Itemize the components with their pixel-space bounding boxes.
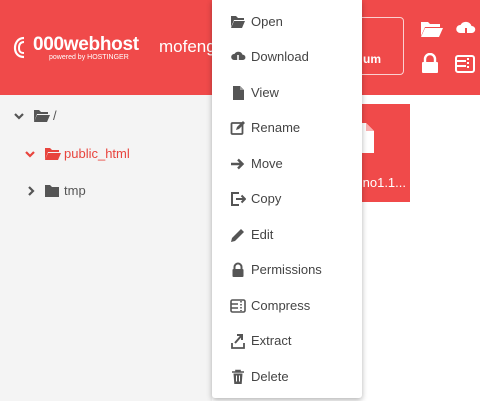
menu-item-delete[interactable]: Delete [212, 359, 362, 394]
menu-item-label: Copy [251, 191, 282, 206]
lock-icon[interactable] [421, 53, 439, 73]
arrow-right-icon [231, 158, 245, 170]
menu-item-open[interactable]: Open [212, 4, 362, 39]
archive-icon[interactable] [455, 54, 475, 74]
folder-tree-panel [0, 95, 212, 401]
folder-open-icon[interactable] [420, 20, 444, 38]
folder-open-icon [34, 110, 50, 122]
logo-subtext: powered by HOSTINGER [49, 54, 129, 61]
chevron-right-icon[interactable] [25, 185, 37, 197]
chevron-down-icon[interactable] [24, 148, 36, 160]
menu-item-move[interactable]: Move [212, 146, 362, 181]
tree-item-root[interactable]: / [0, 104, 212, 128]
trash-icon [232, 369, 244, 384]
tree-item-label: public_html [64, 146, 130, 161]
menu-item-label: Open [251, 14, 283, 29]
extract-icon [231, 334, 245, 349]
menu-item-label: View [251, 85, 279, 100]
menu-item-label: Rename [251, 120, 301, 135]
menu-item-label: Move [251, 156, 283, 171]
copy-icon [231, 192, 246, 206]
site-name[interactable]: mofeng [159, 37, 216, 57]
menu-item-label: Delete [251, 369, 289, 384]
pencil-icon [231, 229, 244, 242]
premium-button-label: um [363, 52, 381, 66]
folder-open-icon [45, 148, 61, 160]
folder-open-icon [231, 16, 245, 28]
menu-item-label: Compress [251, 298, 311, 313]
logo[interactable]: 000webhost powered by HOSTINGER [13, 34, 143, 63]
tree-item-label: / [53, 108, 57, 123]
lock-icon [232, 262, 244, 277]
edit-square-icon [230, 121, 245, 135]
cloud-download-icon [231, 51, 246, 65]
tree-item-label: tmp [64, 183, 86, 198]
logo-swirl-icon [13, 36, 25, 59]
menu-item-label: Edit [251, 227, 274, 242]
menu-item-label: Permissions [251, 262, 322, 277]
context-menu: Open Download View Rename Move Copy Edit… [212, 0, 362, 398]
menu-item-download[interactable]: Download [212, 39, 362, 74]
menu-item-permissions[interactable]: Permissions [212, 252, 362, 287]
menu-item-rename[interactable]: Rename [212, 110, 362, 145]
logo-text: 000webhost [33, 34, 139, 55]
menu-item-edit[interactable]: Edit [212, 217, 362, 252]
menu-item-copy[interactable]: Copy [212, 181, 362, 216]
menu-item-view[interactable]: View [212, 75, 362, 110]
file-icon [233, 86, 244, 100]
cloud-upload-icon[interactable] [455, 20, 477, 40]
menu-item-extract[interactable]: Extract [212, 323, 362, 358]
tree-item-public-html[interactable]: public_html [0, 142, 212, 166]
compress-icon [230, 299, 246, 313]
folder-icon [45, 185, 59, 197]
menu-item-label: Extract [251, 333, 292, 348]
chevron-down-icon[interactable] [13, 110, 25, 122]
tree-item-tmp[interactable]: tmp [0, 179, 212, 203]
menu-item-label: Download [251, 49, 309, 64]
menu-item-compress[interactable]: Compress [212, 288, 362, 323]
